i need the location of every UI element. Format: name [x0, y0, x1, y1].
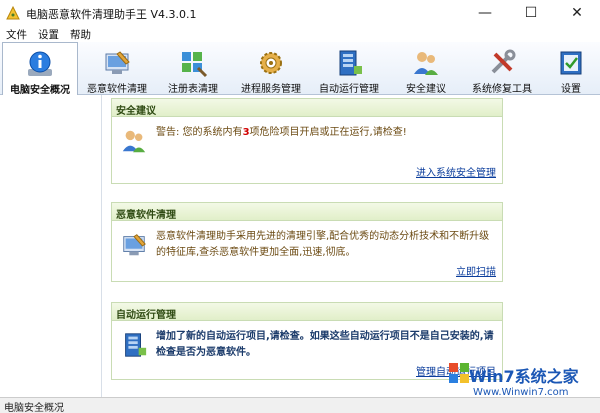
- content-area: 安全建议 警告: 您的系统内有3项危险项目开启或正在运行,请检查! 进入系统安全…: [103, 95, 600, 397]
- menu-help[interactable]: 帮助: [70, 27, 91, 42]
- info-icon: [28, 51, 52, 76]
- title-bar: 电脑恶意软件清理助手王 V4.3.0.1 — ☐ ✕: [0, 0, 600, 26]
- tab-label: 恶意软件清理: [87, 84, 147, 95]
- process-gear-icon: [260, 52, 282, 74]
- tab-label: 自动运行管理: [319, 84, 379, 95]
- tab-label: 设置: [561, 84, 581, 95]
- tab-label: 安全建议: [406, 84, 446, 95]
- tab-process-service[interactable]: 进程服务管理: [234, 42, 308, 95]
- status-text: 电脑安全概况: [4, 403, 64, 413]
- left-panel: [0, 95, 102, 397]
- security-advice-card: 安全建议 警告: 您的系统内有3项危险项目开启或正在运行,请检查! 进入系统安全…: [111, 98, 503, 184]
- maximize-button[interactable]: ☐: [508, 0, 554, 26]
- users-advice-icon: [414, 52, 438, 75]
- card-title: 自动运行管理: [112, 303, 502, 321]
- malware-clean-icon: [123, 234, 146, 256]
- scan-now-link[interactable]: 立即扫描: [456, 263, 496, 278]
- tab-malware-clean[interactable]: 恶意软件清理: [80, 42, 154, 95]
- win7-logo-icon: [449, 363, 469, 383]
- warning-text: 警告: 您的系统内有3项危险项目开启或正在运行,请检查!: [156, 127, 407, 138]
- autorun-manage-card: 自动运行管理 增加了新的自动运行项目,请检查。如果这些自动运行项目不是自己安装的…: [111, 302, 503, 380]
- autorun-icon: [339, 50, 362, 76]
- tab-security-overview[interactable]: 电脑安全概况: [2, 42, 78, 96]
- settings-icon: [560, 51, 582, 75]
- registry-icon: [182, 52, 208, 78]
- autorun-description: 增加了新的自动运行项目,请检查。如果这些自动运行项目不是自己安装的,请检查是否为…: [156, 331, 494, 358]
- repair-tools-icon: [491, 49, 516, 74]
- watermark-url: Www.Winwin7.com: [473, 387, 569, 398]
- tab-settings[interactable]: 设置: [548, 42, 594, 95]
- menu-settings[interactable]: 设置: [38, 27, 59, 42]
- minimize-button[interactable]: —: [462, 0, 508, 26]
- tab-label: 系统修复工具: [472, 84, 532, 95]
- tab-autorun[interactable]: 自动运行管理: [312, 42, 386, 95]
- enter-security-management-link[interactable]: 进入系统安全管理: [416, 164, 496, 179]
- malware-clean-card: 恶意软件清理 恶意软件清理助手采用先进的清理引擎,配合优秀的动态分析技术和不断升…: [111, 202, 503, 282]
- danger-count: 3: [242, 127, 250, 138]
- tab-registry-clean[interactable]: 注册表清理: [160, 42, 226, 95]
- card-title: 安全建议: [112, 99, 502, 117]
- tab-label: 电脑安全概况: [10, 85, 70, 96]
- tab-label: 进程服务管理: [241, 84, 301, 95]
- tab-system-repair[interactable]: 系统修复工具: [466, 42, 538, 95]
- window-title: 电脑恶意软件清理助手王 V4.3.0.1: [26, 8, 197, 21]
- malware-clean-icon: [105, 51, 130, 74]
- tab-label: 注册表清理: [168, 84, 218, 95]
- tab-security-advice[interactable]: 安全建议: [396, 42, 456, 95]
- watermark-title: Win7系统之家: [469, 367, 579, 386]
- watermark: Win7系统之家 Www.Winwin7.com: [447, 355, 597, 411]
- main-toolbar: 电脑安全概况 恶意软件清理 注册表清理 进程服务管理 自动运行管理 安全建议 系…: [0, 42, 600, 96]
- users-advice-icon: [122, 130, 146, 153]
- malware-description: 恶意软件清理助手采用先进的清理引擎,配合优秀的动态分析技术和不断升级的特征库,查…: [156, 231, 490, 258]
- card-title: 恶意软件清理: [112, 203, 502, 221]
- autorun-icon: [125, 333, 147, 357]
- menu-bar: 文件 设置 帮助: [0, 26, 600, 42]
- menu-file[interactable]: 文件: [6, 27, 27, 42]
- close-button[interactable]: ✕: [554, 0, 600, 26]
- app-logo-icon: [6, 6, 20, 20]
